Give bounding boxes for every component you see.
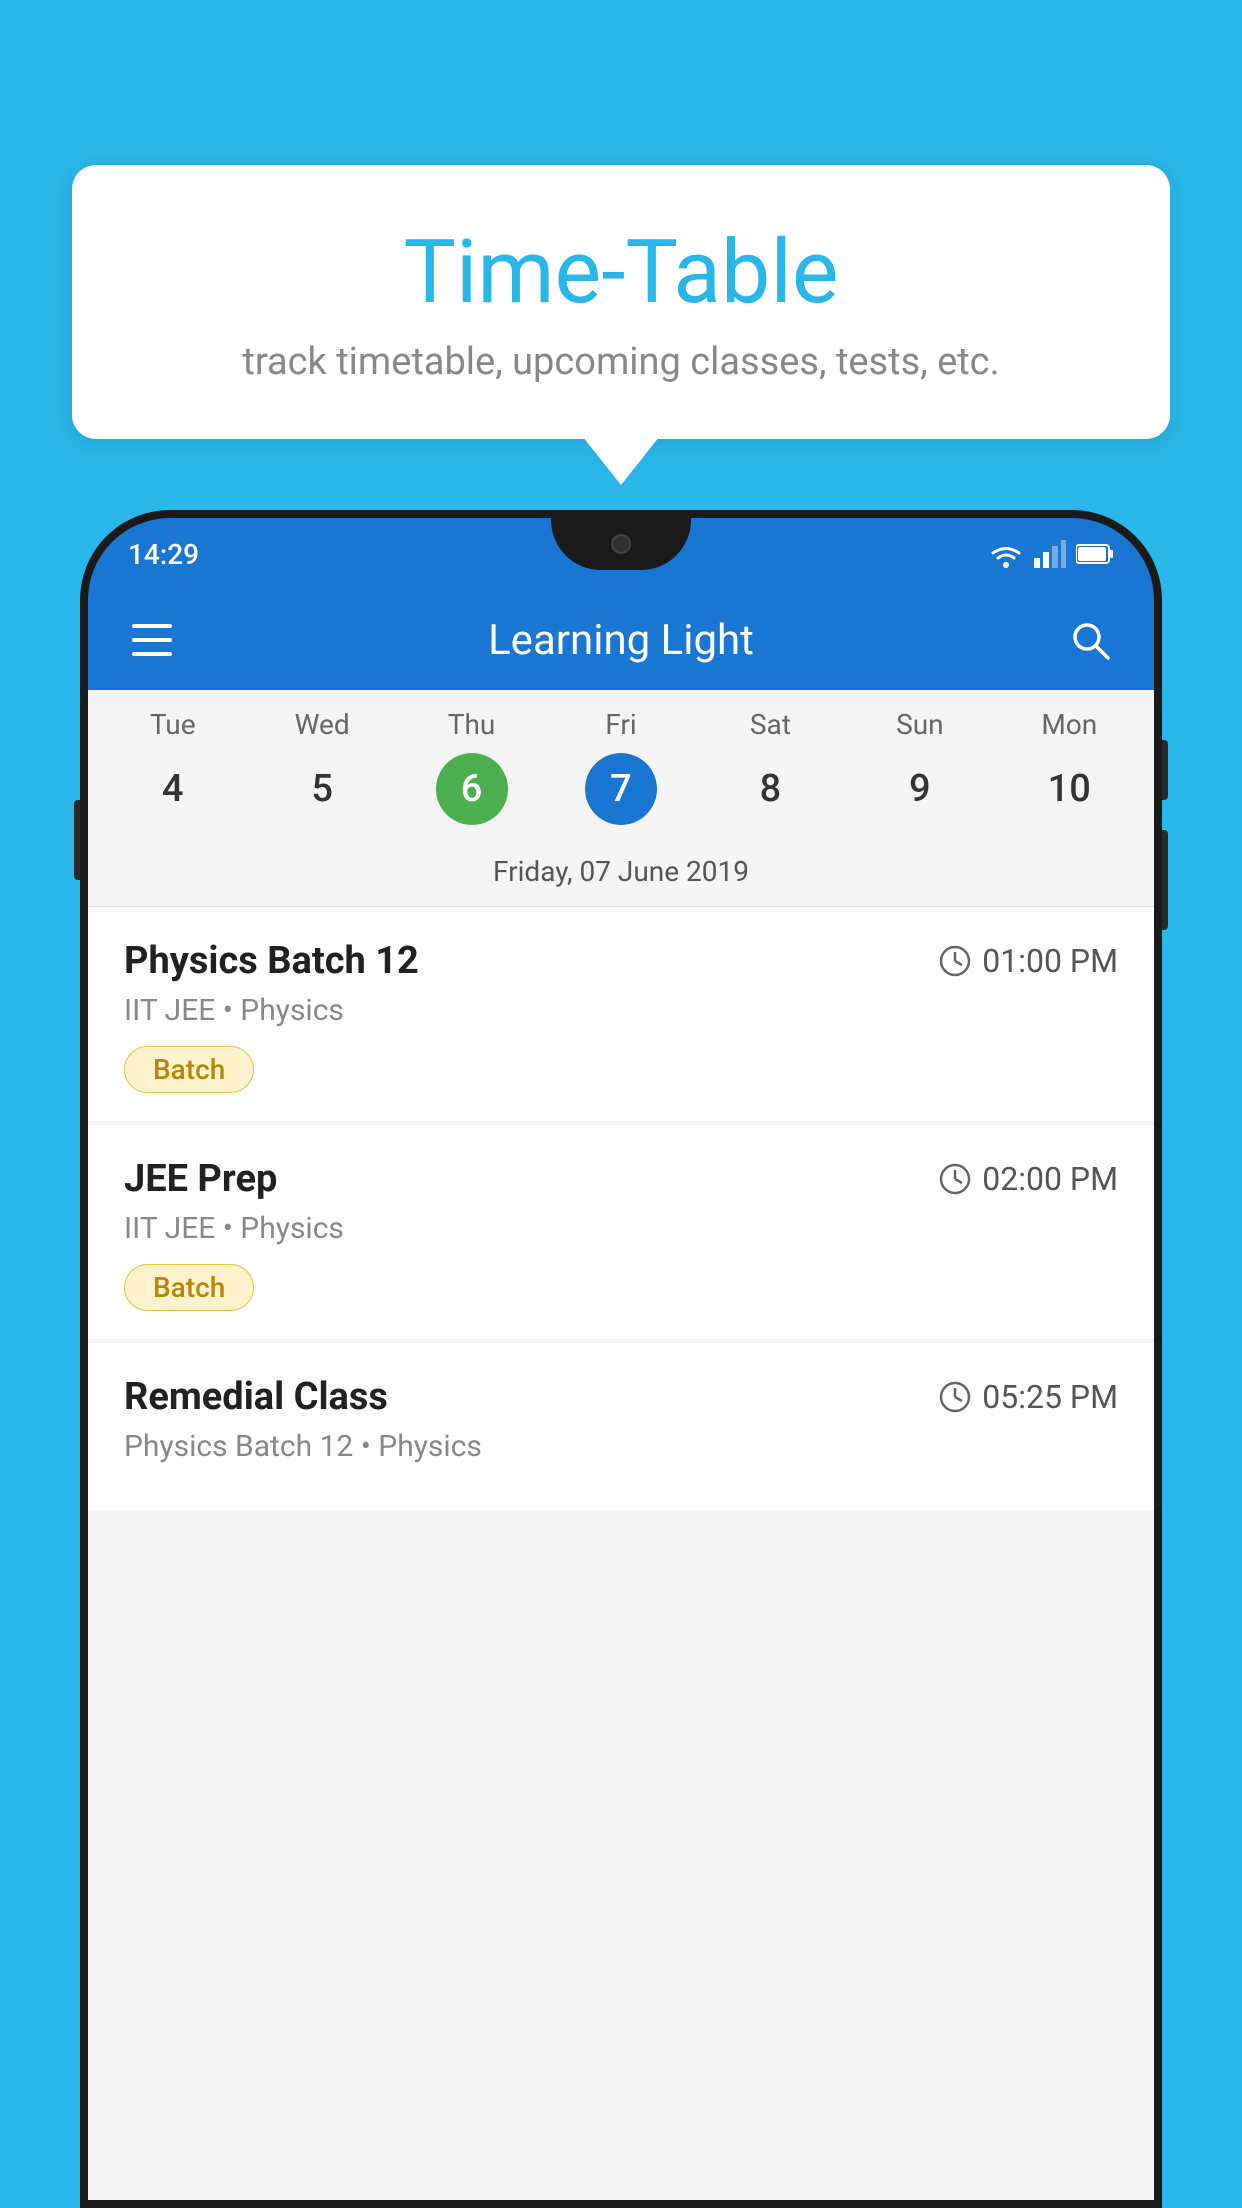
schedule-item-1-title: Physics Batch 12 — [124, 939, 419, 983]
clock-icon-3 — [938, 1380, 972, 1414]
schedule-item-3-subtitle: Physics Batch 12 • Physics — [124, 1429, 1118, 1464]
day-4[interactable]: 4 — [137, 753, 209, 825]
schedule-item-2-time-text: 02:00 PM — [982, 1160, 1118, 1198]
day-header-tue: Tue — [98, 708, 247, 753]
day-header-wed: Wed — [247, 708, 396, 753]
selected-date-label: Friday, 07 June 2019 — [88, 843, 1154, 906]
clock-icon-1 — [938, 944, 972, 978]
schedule-list: Physics Batch 12 01:00 PM IIT JEE • Phys… — [88, 907, 1154, 1514]
clock-icon-2 — [938, 1162, 972, 1196]
schedule-item-2[interactable]: JEE Prep 02:00 PM IIT JEE • Physics Batc… — [88, 1125, 1154, 1339]
menu-button[interactable] — [124, 612, 180, 668]
bubble-subtitle: track timetable, upcoming classes, tests… — [132, 340, 1110, 384]
day-10[interactable]: 10 — [1033, 753, 1105, 825]
day-header-sat: Sat — [696, 708, 845, 753]
schedule-item-1-header: Physics Batch 12 01:00 PM — [124, 939, 1118, 983]
camera — [611, 534, 631, 554]
search-button[interactable] — [1062, 612, 1118, 668]
schedule-item-2-title: JEE Prep — [124, 1157, 277, 1201]
notch — [551, 518, 691, 570]
day-header-thu: Thu — [397, 708, 546, 753]
status-bar: 14:29 — [88, 518, 1154, 590]
schedule-item-1[interactable]: Physics Batch 12 01:00 PM IIT JEE • Phys… — [88, 907, 1154, 1121]
bubble-title: Time-Table — [132, 225, 1110, 322]
day-8[interactable]: 8 — [734, 753, 806, 825]
schedule-item-2-time: 02:00 PM — [938, 1160, 1118, 1198]
battery-icon — [1076, 543, 1114, 565]
schedule-item-2-header: JEE Prep 02:00 PM — [124, 1157, 1118, 1201]
schedule-item-3-time-text: 05:25 PM — [982, 1378, 1118, 1416]
day-9[interactable]: 9 — [884, 753, 956, 825]
schedule-item-1-badge: Batch — [124, 1046, 254, 1093]
schedule-item-3-header: Remedial Class 05:25 PM — [124, 1375, 1118, 1419]
schedule-item-2-badge: Batch — [124, 1264, 254, 1311]
day-7-selected[interactable]: 7 — [585, 753, 657, 825]
app-bar: Learning Light — [88, 590, 1154, 690]
schedule-item-1-time: 01:00 PM — [938, 942, 1118, 980]
status-icons — [988, 540, 1114, 568]
phone-frame: 14:29 — [80, 510, 1162, 2208]
schedule-item-3-time: 05:25 PM — [938, 1378, 1118, 1416]
schedule-item-2-subtitle: IIT JEE • Physics — [124, 1211, 1118, 1246]
day-header-sun: Sun — [845, 708, 994, 753]
phone-content: Tue Wed Thu Fri Sat Sun Mon 4 5 6 7 8 9 … — [88, 690, 1154, 2200]
day-headers: Tue Wed Thu Fri Sat Sun Mon — [88, 708, 1154, 753]
schedule-item-1-time-text: 01:00 PM — [982, 942, 1118, 980]
day-5[interactable]: 5 — [286, 753, 358, 825]
wifi-icon — [988, 540, 1024, 568]
signal-icon — [1034, 540, 1066, 568]
app-bar-title: Learning Light — [210, 616, 1032, 665]
day-header-fri: Fri — [546, 708, 695, 753]
day-numbers: 4 5 6 7 8 9 10 — [88, 753, 1154, 843]
speech-bubble-card: Time-Table track timetable, upcoming cla… — [72, 165, 1170, 439]
status-time: 14:29 — [128, 538, 199, 571]
schedule-item-1-subtitle: IIT JEE • Physics — [124, 993, 1118, 1028]
day-header-mon: Mon — [995, 708, 1144, 753]
schedule-item-3-title: Remedial Class — [124, 1375, 388, 1419]
calendar-strip[interactable]: Tue Wed Thu Fri Sat Sun Mon 4 5 6 7 8 9 … — [88, 690, 1154, 907]
schedule-item-3[interactable]: Remedial Class 05:25 PM Physics Batch 12… — [88, 1343, 1154, 1510]
day-6-today[interactable]: 6 — [436, 753, 508, 825]
